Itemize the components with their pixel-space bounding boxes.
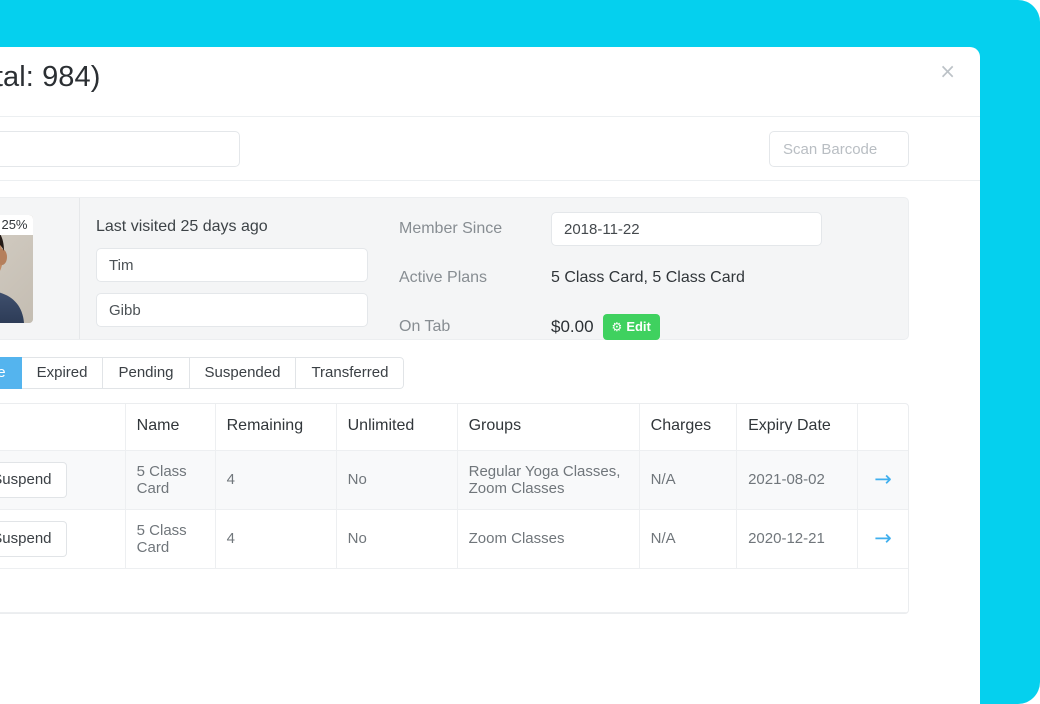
table-header-row: Name Remaining Unlimited Groups Charges … [0, 404, 908, 451]
tab-pending[interactable]: Pending [103, 357, 190, 389]
search-input[interactable] [0, 131, 240, 167]
display-filter-group: Active Expired Pending Suspended Transfe… [0, 357, 405, 389]
arrow-right-icon[interactable]: → [874, 528, 892, 549]
table-row: Transfer Suspend 5 Class Card 4 No Zoom … [0, 509, 908, 569]
on-tab-row: On Tab $0.00 ⚙ Edit [399, 310, 908, 344]
cell-unlimited: No [336, 509, 458, 569]
col-unlimited: Unlimited [336, 404, 458, 451]
col-expiry-date: Expiry Date [736, 404, 859, 451]
col-actions [0, 404, 126, 451]
col-remaining: Remaining [215, 404, 337, 451]
avatar-progress-badge: 25% [0, 214, 33, 235]
tab-suspended[interactable]: Suspended [189, 357, 297, 389]
row-action-group: Transfer Suspend [0, 520, 67, 557]
cell-unlimited: No [336, 450, 458, 510]
tab-active[interactable]: Active [0, 357, 22, 389]
active-plans-value: 5 Class Card, 5 Class Card [551, 269, 745, 286]
cell-detail-arrow: → [857, 450, 908, 510]
cell-name: 5 Class Card [125, 509, 216, 569]
col-groups: Groups [457, 404, 640, 451]
suspend-button[interactable]: Suspend [0, 461, 67, 498]
cell-charges: N/A [639, 450, 738, 510]
col-charges: Charges [639, 404, 738, 451]
row-actions-cell: Transfer Suspend [0, 450, 126, 510]
avatar[interactable]: 25% [0, 214, 33, 323]
last-name-field[interactable] [96, 293, 368, 327]
member-since-row: Member Since [399, 212, 908, 246]
table-footer-row [0, 568, 908, 613]
active-plans-row: Active Plans 5 Class Card, 5 Class Card [399, 261, 908, 295]
member-fields: Last visited 25 days ago Member Since Ac… [80, 198, 908, 340]
active-plans-label: Active Plans [399, 269, 488, 286]
cell-name: 5 Class Card [125, 450, 216, 510]
cell-expiry-date: 2020-12-21 [736, 509, 859, 569]
col-detail-arrow [857, 404, 908, 451]
tab-transferred[interactable]: Transferred [296, 357, 405, 389]
member-since-label: Member Since [399, 220, 503, 237]
on-tab-label: On Tab [399, 318, 451, 335]
on-tab-value: $0.00 [551, 317, 594, 336]
avatar-block: 25% [0, 198, 80, 339]
page-title: Total: 984) [0, 61, 101, 93]
cell-detail-arrow: → [857, 509, 908, 569]
first-name-field[interactable] [96, 248, 368, 282]
table-row: Transfer Suspend 5 Class Card 4 No Regul… [0, 450, 908, 510]
member-info-panel: 25% Last visited 25 days ago Member Sinc… [0, 197, 909, 340]
gear-icon: ⚙ [611, 319, 623, 334]
table-footer-cell [0, 568, 908, 613]
member-detail-modal: Total: 984) × [0, 47, 980, 704]
cell-remaining: 4 [215, 450, 337, 510]
cell-charges: N/A [639, 509, 738, 569]
cell-groups: Regular Yoga Classes, Zoom Classes [457, 450, 640, 510]
close-icon[interactable]: × [939, 61, 956, 81]
search-toolbar [0, 117, 980, 181]
member-fields-right: Member Since Active Plans 5 Class Card, … [382, 212, 908, 340]
display-filter-row: Display Active Expired Pending Suspended… [0, 357, 980, 389]
last-visited-text: Last visited 25 days ago [96, 218, 268, 235]
tab-expired[interactable]: Expired [21, 357, 104, 389]
scan-barcode-input[interactable] [769, 131, 909, 167]
plans-table: Name Remaining Unlimited Groups Charges … [0, 404, 908, 613]
row-action-group: Transfer Suspend [0, 461, 67, 498]
edit-tab-button-label: Edit [626, 319, 651, 334]
arrow-right-icon[interactable]: → [874, 469, 892, 490]
edit-tab-button[interactable]: ⚙ Edit [602, 314, 660, 340]
cell-remaining: 4 [215, 509, 337, 569]
modal-header: Total: 984) × [0, 47, 980, 117]
member-since-field[interactable] [551, 212, 822, 246]
cell-expiry-date: 2021-08-02 [736, 450, 859, 510]
cell-groups: Zoom Classes [457, 509, 640, 569]
plans-table-wrap: Name Remaining Unlimited Groups Charges … [0, 403, 909, 614]
member-fields-left: Last visited 25 days ago [92, 212, 382, 339]
row-actions-cell: Transfer Suspend [0, 509, 126, 569]
suspend-button[interactable]: Suspend [0, 520, 67, 557]
col-name: Name [125, 404, 216, 451]
